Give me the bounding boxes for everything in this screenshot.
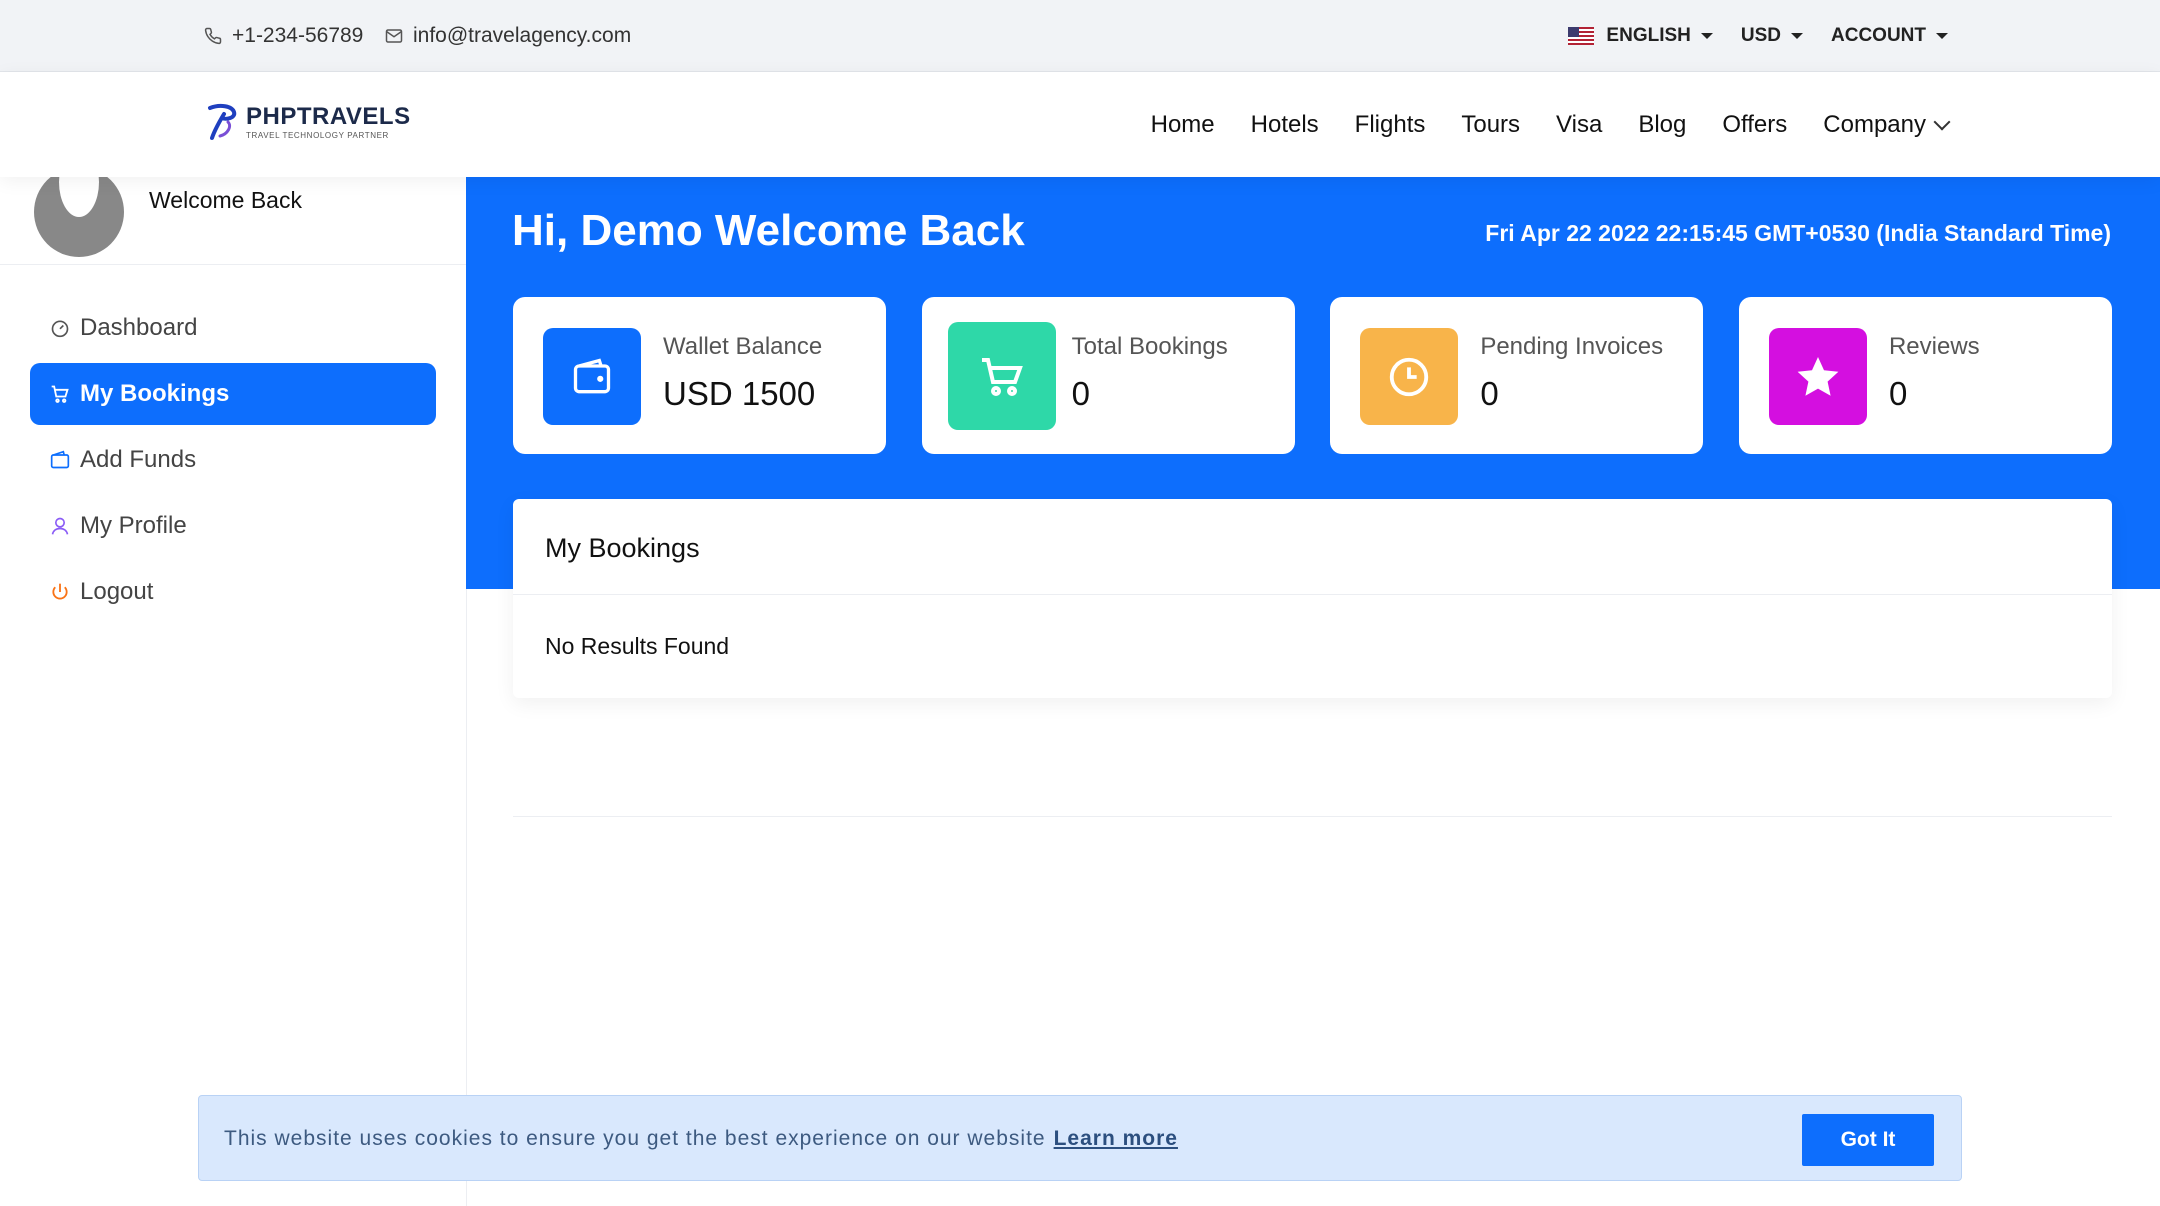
card-pending-invoices: Pending Invoices 0 [1330, 297, 1704, 454]
user-box: Welcome Back [0, 167, 466, 265]
card-icon-box [1768, 328, 1867, 425]
us-flag-icon [1568, 27, 1595, 45]
bookings-panel: My Bookings No Results Found [513, 499, 2112, 698]
card-total-bookings: Total Bookings 0 [921, 297, 1295, 454]
nav-tours[interactable]: Tours [1461, 111, 1520, 139]
main-nav: Home Hotels Flights Tours Visa Blog Offe… [1151, 72, 1951, 177]
sidebar-item-label: My Bookings [80, 380, 230, 407]
nav-hotels[interactable]: Hotels [1251, 111, 1319, 139]
email-text: info@travelagency.com [413, 24, 632, 47]
phone-text: +1-234-56789 [232, 24, 364, 47]
caret-down-icon [1700, 33, 1713, 39]
sidebar: Welcome Back Dashboard My Bookings Add F… [0, 167, 467, 1206]
nav-company[interactable]: Company [1823, 110, 1951, 139]
user-icon [51, 517, 69, 535]
sidebar-item-dashboard[interactable]: Dashboard [30, 297, 436, 359]
caret-down-icon [1791, 33, 1803, 39]
sidebar-item-label: Dashboard [80, 314, 198, 341]
sidebar-item-my-profile[interactable]: My Profile [30, 495, 436, 557]
sidebar-item-label: My Profile [80, 512, 187, 539]
card-value: 0 [1071, 375, 1091, 412]
main-header: PHPTRAVELS TRAVEL TECHNOLOGY PARTNER Hom… [0, 72, 2160, 177]
learn-more-link[interactable]: Learn more [1054, 1127, 1178, 1151]
site-logo[interactable]: PHPTRAVELS TRAVEL TECHNOLOGY PARTNER [206, 102, 411, 142]
cart-icon [51, 385, 69, 403]
contact-email[interactable]: info@travelagency.com [385, 0, 631, 72]
card-value: USD 1500 [663, 375, 816, 412]
card-icon-box [543, 328, 641, 425]
current-datetime: Fri Apr 22 2022 22:15:45 GMT+0530 (India… [1485, 220, 2111, 246]
phone-icon [204, 27, 222, 45]
nav-blog[interactable]: Blog [1638, 111, 1686, 139]
contact-phone[interactable]: +1-234-56789 [204, 0, 363, 72]
divider [513, 594, 2112, 595]
language-label: ENGLISH [1606, 25, 1691, 46]
cookie-banner: This website uses cookies to ensure you … [198, 1095, 1962, 1181]
wallet-icon [50, 450, 70, 469]
card-value: 0 [1888, 375, 1908, 412]
card-wallet-balance: Wallet Balance USD 1500 [513, 297, 886, 454]
star-icon [1797, 356, 1839, 396]
logo-mark-icon [208, 103, 237, 140]
sidebar-menu: Dashboard My Bookings Add Funds My Profi… [30, 297, 436, 627]
cart-icon [981, 358, 1023, 396]
card-label: Reviews [1888, 333, 1980, 360]
page-greeting: Hi, Demo Welcome Back [512, 206, 1025, 255]
sidebar-item-logout[interactable]: Logout [30, 561, 436, 623]
clock-icon [1390, 357, 1429, 396]
top-menus: ENGLISH USD ACCOUNT [1568, 0, 1948, 72]
language-dropdown[interactable]: ENGLISH [1568, 25, 1713, 47]
sidebar-item-label: Logout [80, 578, 154, 605]
card-label: Pending Invoices [1480, 333, 1664, 360]
bookings-title: My Bookings [545, 533, 700, 563]
nav-flights[interactable]: Flights [1355, 111, 1426, 139]
nav-offers[interactable]: Offers [1722, 111, 1787, 139]
logo-title: PHPTRAVELS [246, 102, 411, 130]
logo-subtitle: TRAVEL TECHNOLOGY PARTNER [246, 130, 389, 140]
account-label: ACCOUNT [1831, 25, 1926, 46]
currency-dropdown[interactable]: USD [1741, 25, 1803, 47]
account-dropdown[interactable]: ACCOUNT [1831, 25, 1948, 47]
got-it-button[interactable]: Got It [1802, 1114, 1934, 1166]
nav-company-label: Company [1823, 110, 1926, 138]
card-icon-box [1360, 328, 1459, 425]
caret-down-icon [1936, 33, 1948, 39]
cookie-text: This website uses cookies to ensure you … [224, 1127, 1046, 1150]
power-icon [52, 583, 68, 600]
chevron-down-icon [1933, 113, 1951, 130]
top-bar: +1-234-56789 info@travelagency.com ENGLI… [0, 0, 2160, 72]
card-reviews: Reviews 0 [1738, 297, 2112, 454]
mail-icon [385, 29, 403, 43]
nav-home[interactable]: Home [1151, 111, 1215, 139]
card-label: Wallet Balance [663, 333, 823, 360]
card-value: 0 [1480, 375, 1499, 412]
divider [513, 816, 2112, 817]
cookie-message: This website uses cookies to ensure you … [224, 1096, 1178, 1182]
sidebar-item-add-funds[interactable]: Add Funds [30, 429, 436, 491]
avatar [34, 167, 124, 257]
dashboard-icon [51, 320, 69, 338]
sidebar-item-my-bookings[interactable]: My Bookings [30, 363, 436, 425]
sidebar-welcome: Welcome Back [149, 187, 302, 213]
nav-visa[interactable]: Visa [1556, 111, 1602, 139]
stat-cards: Wallet Balance USD 1500 Total Bookings 0… [513, 297, 2112, 454]
card-icon-box [947, 322, 1056, 430]
no-results-text: No Results Found [545, 633, 730, 659]
card-label: Total Bookings [1071, 333, 1228, 360]
sidebar-item-label: Add Funds [80, 446, 197, 473]
wallet-icon [573, 357, 611, 393]
currency-label: USD [1740, 25, 1781, 46]
